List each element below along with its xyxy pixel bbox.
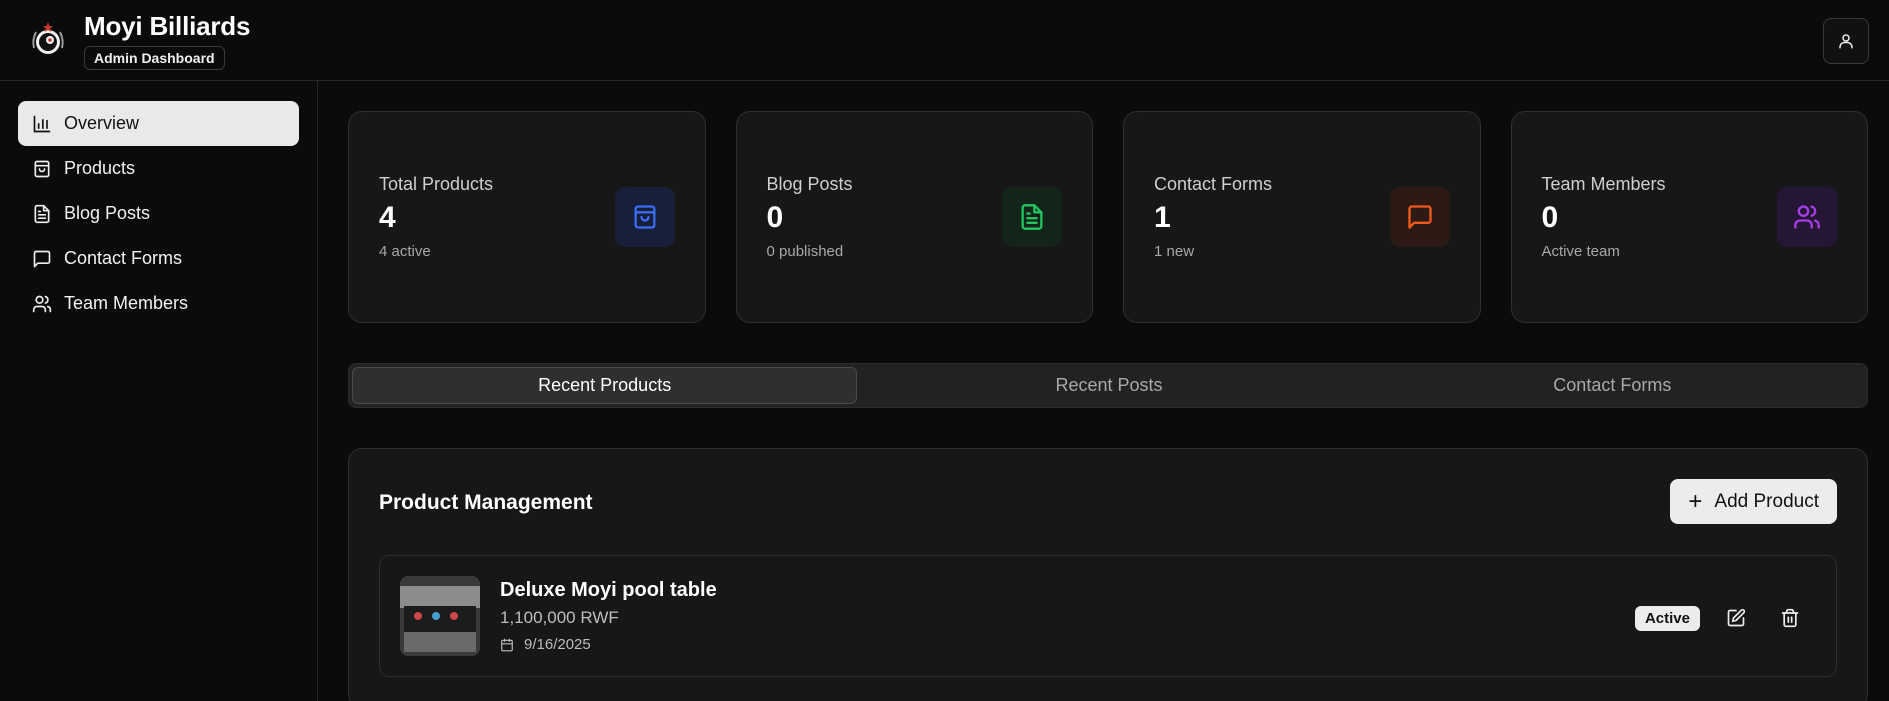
delete-button[interactable] — [1772, 600, 1808, 636]
sidebar-item-products[interactable]: Products — [18, 146, 299, 191]
stat-card-blog-posts: Blog Posts 0 0 published — [735, 111, 1093, 323]
users-icon — [1777, 187, 1837, 247]
add-product-button[interactable]: + Add Product — [1670, 479, 1837, 524]
main-content: Total Products 4 4 active Blog Posts 0 0… — [348, 111, 1868, 701]
stat-card-total-products: Total Products 4 4 active — [348, 111, 706, 323]
file-text-icon — [32, 204, 52, 224]
sidebar-item-label: Overview — [64, 113, 140, 133]
top-bar: Moyi Billiards Admin Dashboard — [0, 0, 1889, 81]
sidebar-item-label: Blog Posts — [64, 203, 151, 223]
user-icon — [1839, 34, 1853, 49]
sidebar-item-overview[interactable]: Overview — [18, 101, 299, 146]
message-square-icon — [1389, 187, 1450, 247]
product-info: Deluxe Moyi pool table 1,100,000 RWF 9/1… — [500, 579, 717, 653]
tab-recent-products[interactable]: Recent Products — [352, 367, 858, 404]
edit-button[interactable] — [1718, 600, 1754, 636]
brand: Moyi Billiards Admin Dashboard — [84, 11, 250, 70]
sidebar: Overview Products Blog Posts Contact For… — [0, 81, 318, 701]
user-menu-button[interactable] — [1823, 18, 1869, 64]
sidebar-item-contact-forms[interactable]: Contact Forms — [18, 236, 299, 281]
shopping-bag-icon — [32, 159, 52, 179]
product-thumbnail — [400, 576, 480, 656]
overview-tabs: Recent Products Recent Posts Contact For… — [348, 363, 1868, 408]
product-date: 9/16/2025 — [500, 636, 717, 653]
product-actions: Active — [1634, 600, 1808, 636]
stat-card-contact-forms: Contact Forms 1 1 new — [1123, 111, 1481, 323]
stats-row: Total Products 4 4 active Blog Posts 0 0… — [348, 111, 1868, 323]
product-management-panel: Product Management + Add Product Deluxe … — [348, 448, 1868, 701]
bar-chart-icon — [32, 114, 52, 134]
users-icon — [32, 294, 52, 314]
panel-title: Product Management — [379, 491, 593, 514]
tab-contact-forms[interactable]: Contact Forms — [1361, 367, 1864, 404]
sidebar-item-label: Products — [64, 158, 136, 178]
sidebar-item-blog-posts[interactable]: Blog Posts — [18, 191, 299, 236]
sidebar-item-team-members[interactable]: Team Members — [18, 281, 299, 326]
brand-name: Moyi Billiards — [84, 10, 251, 41]
sidebar-item-label: Contact Forms — [64, 248, 183, 268]
billiard-ball-logo[interactable] — [26, 18, 70, 62]
add-product-label: Add Product — [1714, 490, 1819, 512]
calendar-icon — [500, 638, 514, 652]
tab-recent-posts[interactable]: Recent Posts — [857, 367, 1360, 404]
trash-icon — [1781, 608, 1799, 628]
product-date-text: 9/16/2025 — [524, 636, 591, 653]
message-square-icon — [32, 249, 52, 269]
stat-card-team-members: Team Members 0 Active team — [1510, 111, 1868, 323]
shopping-bag-icon — [614, 187, 675, 247]
product-price: 1,100,000 RWF — [500, 608, 619, 627]
file-text-icon — [1002, 187, 1062, 247]
plus-icon: + — [1688, 487, 1703, 515]
product-row[interactable]: Deluxe Moyi pool table 1,100,000 RWF 9/1… — [379, 555, 1837, 677]
admin-dashboard-badge: Admin Dashboard — [84, 45, 225, 70]
edit-icon — [1727, 608, 1746, 627]
status-badge: Active — [1634, 605, 1700, 631]
sidebar-item-label: Team Members — [64, 293, 189, 313]
product-name: Deluxe Moyi pool table — [500, 579, 717, 601]
